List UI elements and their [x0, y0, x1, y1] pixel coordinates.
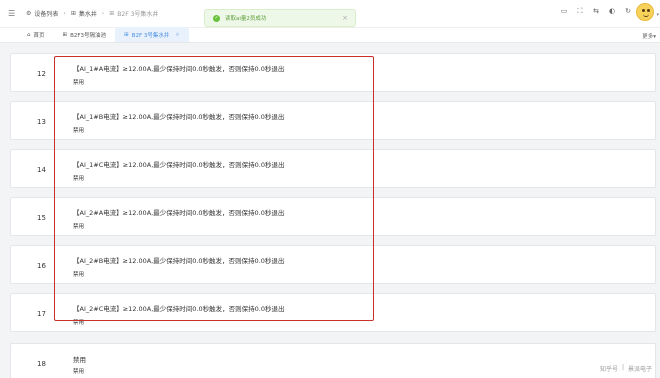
status-text: 禁用 — [73, 320, 85, 326]
rule-text: 【AI_2#A电流】≥12.00A,最少保持时间0.0秒触发，否则保持0.0秒退… — [73, 209, 285, 217]
avatar[interactable] — [636, 3, 654, 21]
rule-list: 12 【AI_1#A电流】≥12.00A,最少保持时间0.0秒触发，否则保持0.… — [0, 43, 660, 378]
chevron-down-icon[interactable]: ▾ — [656, 12, 659, 18]
tab-bar: ⌂ 首页 ⊞ B2F3号隔油池 ⊞ B2F 3号集水井 × 更多▾ — [0, 27, 660, 43]
status-text: 禁用 — [73, 176, 85, 182]
rule-text: 【AI_2#C电流】≥12.00A,最少保持时间0.0秒触发，否则保持0.0秒退… — [73, 305, 285, 313]
row-number: 14 — [37, 166, 46, 174]
status-text: 禁用 — [73, 369, 85, 375]
watermark: 知乎号 | 景派电子 — [599, 364, 652, 373]
close-icon[interactable]: × — [175, 32, 179, 38]
home-icon: ⌂ — [27, 31, 31, 38]
status-text: 禁用 — [73, 80, 85, 86]
grid-icon: ⊞ — [109, 10, 115, 17]
check-circle-icon: ✓ — [213, 14, 220, 22]
refresh-icon[interactable]: ↻ — [624, 7, 632, 16]
row-number: 15 — [37, 214, 46, 222]
tab-label: 首页 — [33, 32, 45, 39]
row-number: 17 — [37, 310, 46, 318]
status-text: 禁用 — [73, 224, 85, 230]
row-number: 12 — [37, 70, 46, 78]
rule-text: 【AI_1#C电流】≥12.00A,最少保持时间0.0秒触发，否则保持0.0秒退… — [73, 161, 285, 169]
breadcrumb-item-device-list[interactable]: 设备列表 — [34, 9, 58, 18]
success-toast: ✓ 读取ai量2员成功 × — [204, 9, 356, 27]
list-item[interactable]: 12 【AI_1#A电流】≥12.00A,最少保持时间0.0秒触发，否则保持0.… — [10, 53, 656, 92]
close-icon[interactable]: × — [342, 14, 348, 22]
tab-sump-well[interactable]: ⊞ B2F 3号集水井 × — [115, 27, 189, 42]
grid-icon: ⊞ — [70, 10, 76, 17]
grid-icon: ⊞ — [124, 31, 129, 38]
tab-home[interactable]: ⌂ 首页 — [18, 27, 54, 42]
list-item[interactable]: 18 禁用 禁用 — [10, 343, 656, 378]
rule-text: 【AI_1#A电流】≥12.00A,最少保持时间0.0秒触发，否则保持0.0秒退… — [73, 65, 285, 73]
chevron-down-icon: ▾ — [653, 34, 656, 40]
list-item[interactable]: 16 【AI_2#B电流】≥12.00A,最少保持时间0.0秒触发，否则保持0.… — [10, 245, 656, 284]
settings-icon: ⚙ — [26, 10, 32, 17]
list-item[interactable]: 14 【AI_1#C电流】≥12.00A,最少保持时间0.0秒触发，否则保持0.… — [10, 149, 656, 188]
breadcrumb-item-current: B2F 3号集水井 — [117, 11, 159, 18]
breadcrumb-separator: › — [101, 10, 105, 17]
status-text: 禁用 — [73, 272, 85, 278]
tab-label: B2F3号隔油池 — [70, 32, 107, 39]
toast-message: 读取ai量2员成功 — [225, 16, 267, 22]
breadcrumb: ⚙ 设备列表 › ⊞ 集水井 › ⊞ B2F 3号集水井 — [26, 9, 158, 18]
list-item[interactable]: 17 【AI_2#C电流】≥12.00A,最少保持时间0.0秒触发，否则保持0.… — [10, 293, 656, 332]
translate-icon[interactable]: ⇆ — [592, 7, 600, 16]
rule-text: 【AI_2#B电流】≥12.00A,最少保持时间0.0秒触发，否则保持0.0秒退… — [73, 257, 285, 265]
breadcrumb-separator: › — [63, 10, 66, 17]
grid-icon: ⊞ — [62, 31, 68, 38]
row-number: 13 — [37, 118, 46, 126]
header-toolbar: ▭ ⛶ ⇆ ◐ ↻ — [560, 7, 632, 16]
menu-toggle-icon[interactable]: ☰ — [8, 9, 22, 18]
status-text: 禁用 — [73, 128, 85, 134]
tab-grease-trap[interactable]: ⊞ B2F3号隔油池 — [54, 27, 116, 42]
rule-text: 【AI_1#B电流】≥12.00A,最少保持时间0.0秒触发，否则保持0.0秒退… — [73, 113, 285, 121]
theme-icon[interactable]: ◐ — [608, 7, 616, 16]
fullscreen-icon[interactable]: ⛶ — [576, 7, 584, 16]
message-icon[interactable]: ▭ — [560, 7, 568, 16]
more-dropdown[interactable]: 更多▾ — [642, 32, 656, 40]
list-item[interactable]: 13 【AI_1#B电流】≥12.00A,最少保持时间0.0秒触发，否则保持0.… — [10, 101, 656, 140]
tab-label: B2F 3号集水井 — [131, 32, 170, 39]
rule-text: 禁用 — [73, 356, 86, 364]
row-number: 16 — [37, 262, 46, 270]
row-number: 18 — [37, 360, 46, 368]
list-item[interactable]: 15 【AI_2#A电流】≥12.00A,最少保持时间0.0秒触发，否则保持0.… — [10, 197, 656, 236]
breadcrumb-item-sump[interactable]: 集水井 — [79, 9, 97, 18]
